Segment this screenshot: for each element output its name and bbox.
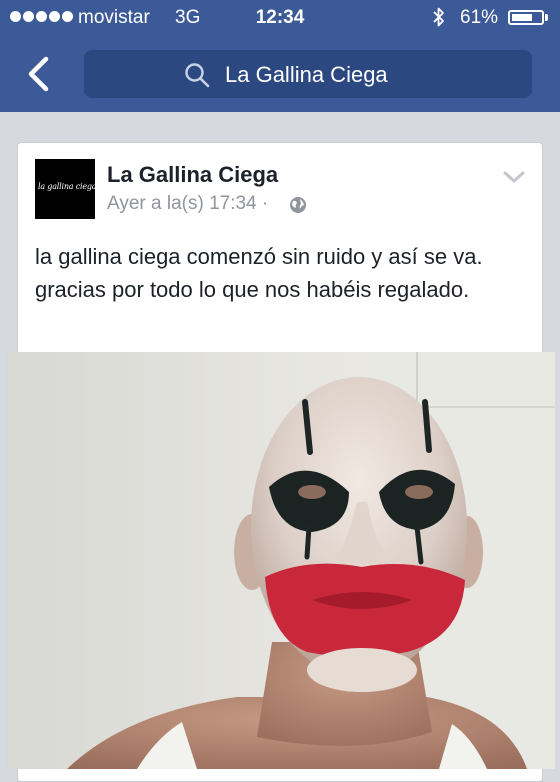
avatar-logo-text: la gallina ciega <box>38 182 95 191</box>
battery-icon <box>508 10 544 25</box>
page-name-link[interactable]: La Gallina Ciega <box>107 162 278 188</box>
post-photo[interactable] <box>7 352 555 769</box>
globe-icon <box>290 197 306 213</box>
post-timestamp[interactable]: Ayer a la(s) 17:34 · <box>107 193 268 215</box>
chevron-down-icon[interactable] <box>503 170 525 184</box>
status-bar: movistar 3G 12:34 61% <box>0 0 560 36</box>
bluetooth-icon <box>433 7 444 27</box>
post-text: la gallina ciega comenzó sin ruido y así… <box>35 244 483 302</box>
search-input[interactable]: La Gallina Ciega <box>84 50 532 98</box>
page-avatar[interactable]: la gallina ciega <box>35 159 95 219</box>
top-bar: movistar 3G 12:34 61% La Gallina Ciega <box>0 0 560 112</box>
search-query: La Gallina Ciega <box>225 62 388 87</box>
search-icon <box>185 63 210 88</box>
chevron-left-icon <box>28 56 49 92</box>
back-button[interactable] <box>18 52 58 96</box>
battery-percentage: 61% <box>460 7 499 28</box>
